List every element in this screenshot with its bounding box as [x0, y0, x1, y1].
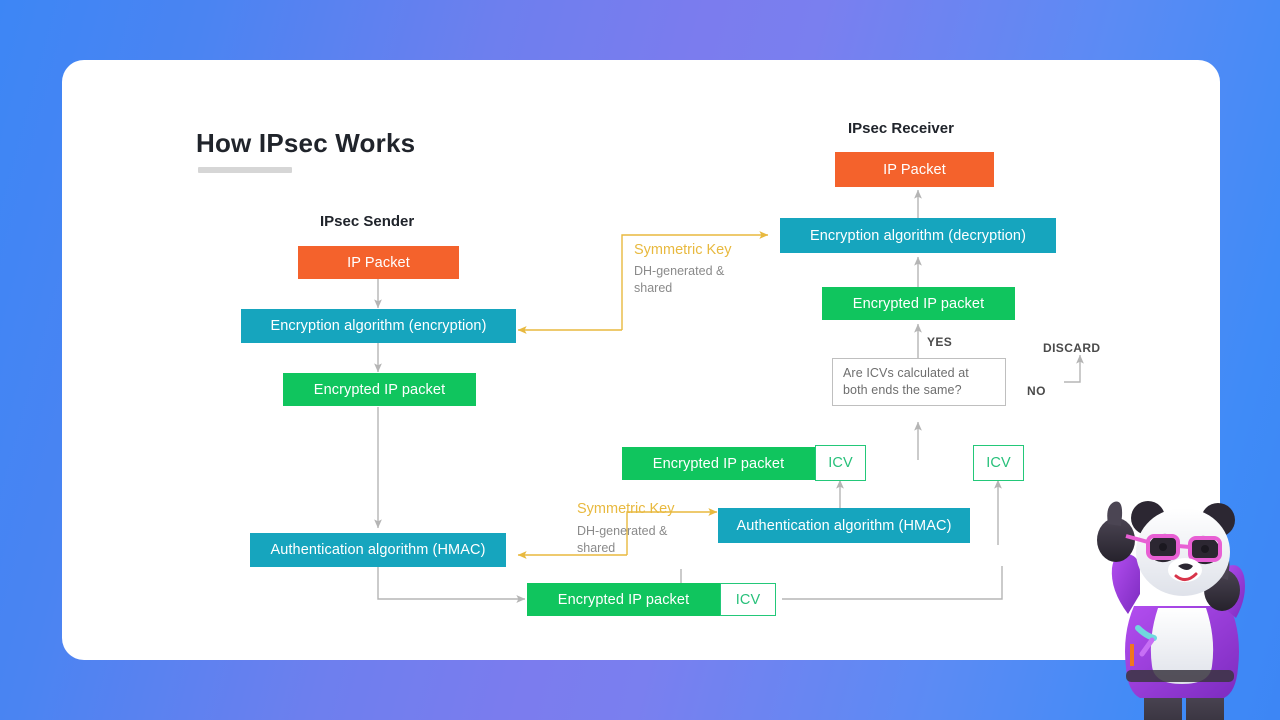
received-encrypted-packet: Encrypted IP packet [622, 447, 815, 480]
receiver-heading: IPsec Receiver [848, 120, 954, 137]
sender-encrypted-packet: Encrypted IP packet [283, 373, 476, 406]
sender-heading: IPsec Sender [320, 213, 415, 230]
transmitted-encrypted-packet: Encrypted IP packet [527, 583, 720, 616]
receiver-encrypted-packet: Encrypted IP packet [822, 287, 1015, 320]
sender-ip-packet: IP Packet [298, 246, 459, 279]
page-title: How IPsec Works [196, 128, 416, 158]
receiver-decryption-algorithm: Encryption algorithm (decryption) [780, 218, 1056, 253]
receiver-authentication-algorithm: Authentication algorithm (HMAC) [718, 508, 970, 543]
yes-label: YES [927, 335, 953, 349]
computed-icv: ICV [815, 445, 866, 481]
icv-comparison-decision: Are ICVs calculated at both ends the sam… [832, 358, 1006, 406]
content-card: How IPsec Works IPsec Sender IP Packet E… [62, 60, 1245, 720]
receiver-ip-packet: IP Packet [835, 152, 994, 187]
discard-label: DISCARD [1043, 341, 1101, 355]
no-label: NO [1027, 384, 1046, 398]
received-icv: ICV [973, 445, 1024, 481]
symmetric-key-subtitle-lower: DH-generated & shared [577, 524, 668, 555]
panda-mascot [1097, 501, 1245, 720]
sender-authentication-algorithm: Authentication algorithm (HMAC) [250, 533, 506, 567]
symmetric-key-title-upper: Symmetric Key [634, 242, 732, 258]
transmitted-icv: ICV [720, 583, 776, 616]
symmetric-key-title-lower: Symmetric Key [577, 501, 675, 517]
diagram-stage: How IPsec Works IPsec Sender IP Packet E… [62, 60, 1245, 720]
sender-encryption-algorithm: Encryption algorithm (encryption) [241, 309, 516, 343]
symmetric-key-subtitle-upper: DH-generated & shared [634, 264, 725, 295]
title-underline [198, 167, 292, 173]
